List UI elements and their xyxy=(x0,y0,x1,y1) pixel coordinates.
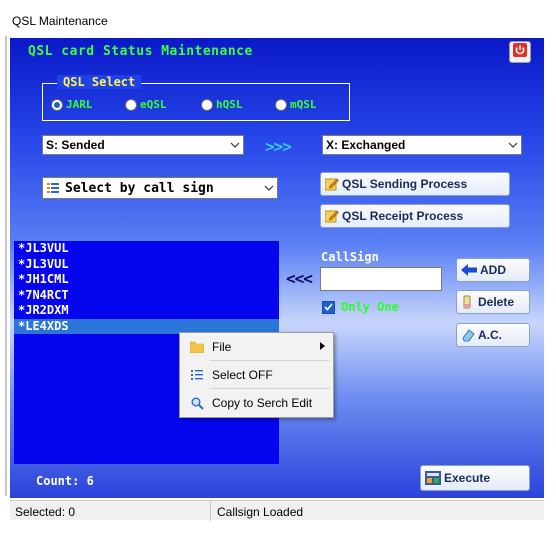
chevron-right-icon xyxy=(320,342,325,350)
power-icon xyxy=(513,42,527,62)
power-button[interactable] xyxy=(509,41,531,63)
list-item[interactable]: *JL3VUL xyxy=(14,241,279,257)
magnifier-icon xyxy=(186,397,208,410)
list-select-icon xyxy=(47,182,59,194)
window-titlebar: QSL Maintenance xyxy=(0,0,556,38)
add-button[interactable]: ADD xyxy=(456,258,530,282)
chevron-down-icon[interactable] xyxy=(227,136,243,154)
radio-jarl-indicator[interactable] xyxy=(51,98,63,111)
callsign-input[interactable] xyxy=(320,267,442,291)
context-menu-divider xyxy=(210,388,330,389)
status-divider xyxy=(210,501,211,521)
qsl-select-group: QSL Select JARL eQSL hQSL mQSL xyxy=(42,75,350,121)
chevron-down-icon[interactable] xyxy=(505,136,521,154)
radio-hqsl-label: hQSL xyxy=(216,98,243,111)
radio-mqsl[interactable]: mQSL xyxy=(275,98,317,111)
folder-icon xyxy=(186,341,208,353)
radio-hqsl-indicator[interactable] xyxy=(201,98,213,111)
status-selected: Selected: 0 xyxy=(15,505,76,519)
context-menu-select-off-label: Select OFF xyxy=(212,368,273,382)
clear-icon xyxy=(461,328,475,342)
list-item[interactable]: *JL3VUL xyxy=(14,257,279,273)
qsl-sending-button[interactable]: QSL Sending Process xyxy=(320,172,510,196)
copy-back-arrows: <<< xyxy=(286,269,313,288)
list-item[interactable]: *7N4RCT xyxy=(14,288,279,304)
radio-eqsl[interactable]: eQSL xyxy=(125,98,167,111)
status-message: Callsign Loaded xyxy=(217,505,304,519)
qsl-receipt-button[interactable]: QSL Receipt Process xyxy=(320,204,510,228)
radio-hqsl[interactable]: hQSL xyxy=(201,98,243,111)
context-menu-divider xyxy=(210,360,330,361)
context-menu-copy-search-label: Copy to Serch Edit xyxy=(212,396,313,410)
list-item[interactable]: *JH1CML xyxy=(14,272,279,288)
to-status-select[interactable]: X: Exchanged xyxy=(322,135,522,155)
radio-mqsl-label: mQSL xyxy=(290,98,317,111)
context-menu-file-label: File xyxy=(212,340,232,354)
select-mode-value: Select by call sign xyxy=(65,180,214,196)
only-one-check[interactable] xyxy=(322,300,335,314)
transition-arrows: >>> xyxy=(265,137,292,156)
count-label: Count: 6 xyxy=(36,474,94,488)
context-menu-file[interactable]: File xyxy=(180,334,333,360)
to-status-value: X: Exchanged xyxy=(326,138,406,152)
from-status-select[interactable]: S: Sended xyxy=(42,135,244,155)
ac-label: A.C. xyxy=(478,328,502,342)
execute-label: Execute xyxy=(444,471,491,485)
ac-button[interactable]: A.C. xyxy=(456,323,530,347)
radio-eqsl-indicator[interactable] xyxy=(125,98,137,111)
radio-eqsl-label: eQSL xyxy=(140,98,167,111)
radio-mqsl-indicator[interactable] xyxy=(275,98,287,111)
qsl-sending-label: QSL Sending Process xyxy=(342,177,468,191)
eraser-icon xyxy=(461,295,475,309)
from-status-value: S: Sended xyxy=(46,138,105,152)
radio-jarl-label: JARL xyxy=(66,98,93,111)
page-title: QSL card Status Maintenance xyxy=(28,44,253,59)
pencil-note-icon xyxy=(325,209,339,223)
radio-jarl[interactable]: JARL xyxy=(51,98,93,111)
context-menu: File Select OFF Copy to Serch Edit xyxy=(179,332,334,418)
only-one-checkbox[interactable]: Only One xyxy=(322,300,399,314)
qsl-receipt-label: QSL Receipt Process xyxy=(342,209,464,223)
qsl-select-legend: QSL Select xyxy=(57,75,142,89)
context-menu-copy-search[interactable]: Copy to Serch Edit xyxy=(180,390,333,416)
add-label: ADD xyxy=(480,263,506,277)
context-menu-select-off[interactable]: Select OFF xyxy=(180,362,333,388)
only-one-label: Only One xyxy=(341,300,399,314)
pencil-note-icon xyxy=(325,177,339,191)
list-item[interactable]: *JR2DXM xyxy=(14,303,279,319)
main-panel: QSL card Status Maintenance QSL Select J… xyxy=(10,38,544,498)
arrow-left-icon xyxy=(461,264,477,276)
list-icon xyxy=(186,369,208,381)
select-mode-combo[interactable]: Select by call sign xyxy=(42,177,278,199)
execute-button[interactable]: Execute xyxy=(420,465,530,491)
window-title: QSL Maintenance xyxy=(12,14,108,28)
chevron-down-icon[interactable] xyxy=(261,178,277,198)
delete-button[interactable]: Delete xyxy=(456,290,530,314)
execute-icon xyxy=(425,471,441,485)
window-left-edge xyxy=(5,36,7,496)
status-bar: Selected: 0 Callsign Loaded xyxy=(10,500,544,521)
delete-label: Delete xyxy=(478,295,515,309)
callsign-label: CallSign xyxy=(321,250,379,264)
